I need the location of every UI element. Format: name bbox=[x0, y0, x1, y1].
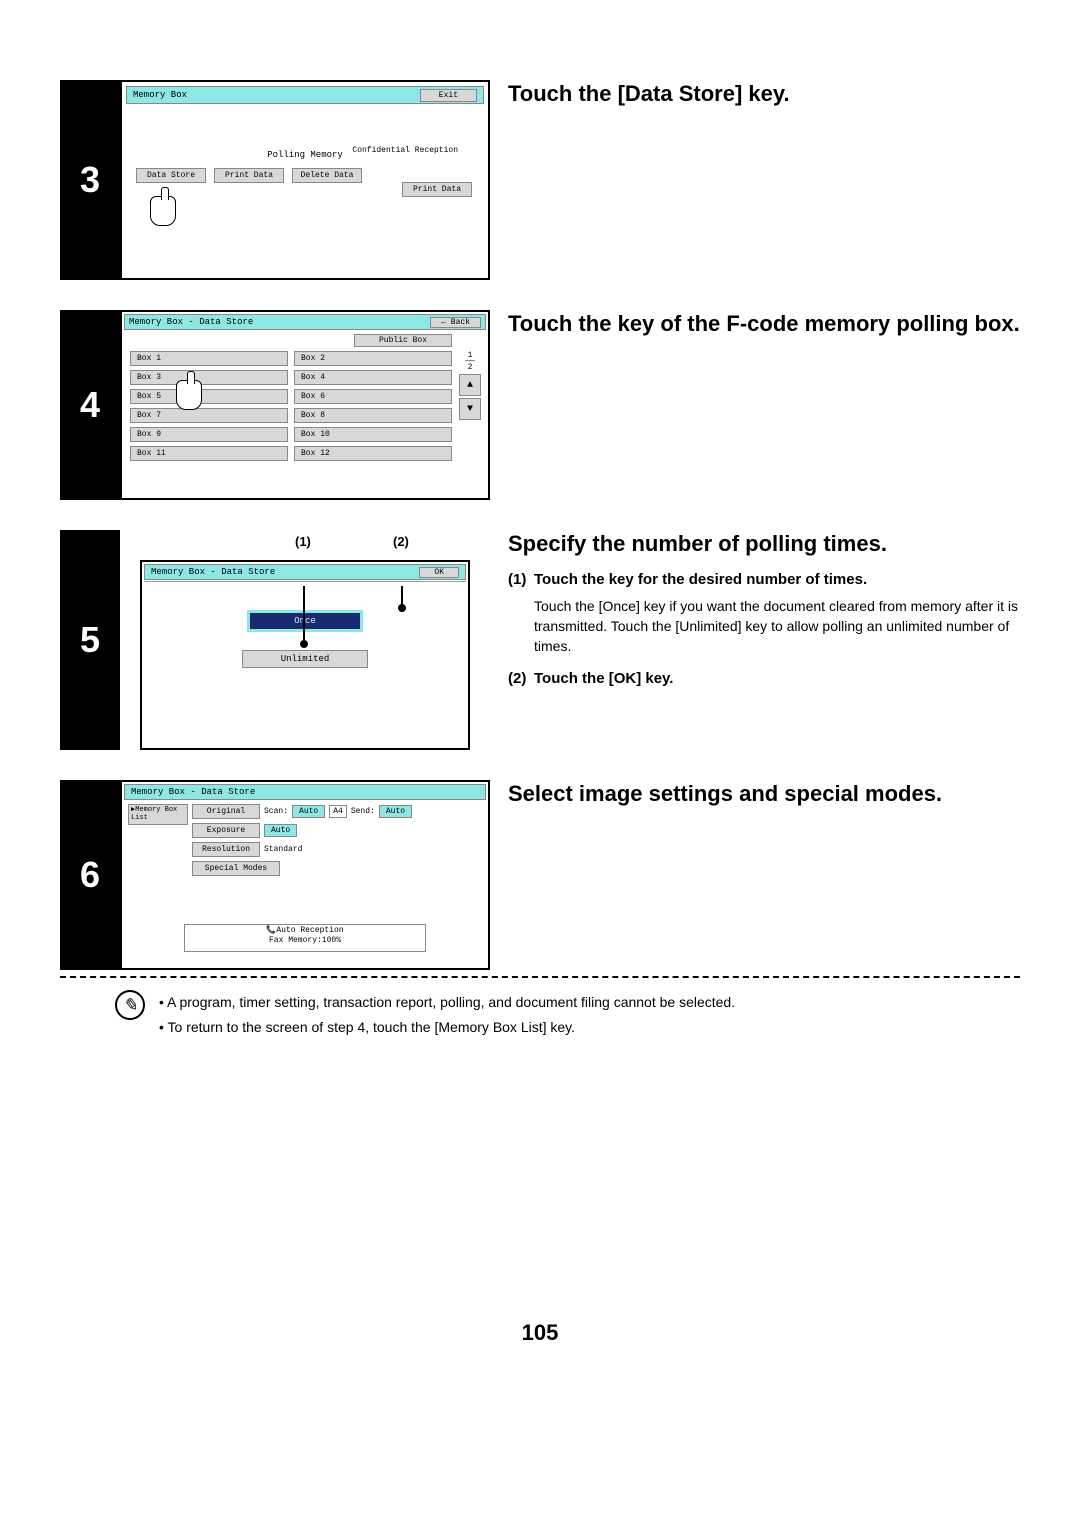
print-data-button-2[interactable]: Print Data bbox=[402, 182, 472, 197]
box-button[interactable]: Box 1 bbox=[130, 351, 288, 366]
public-box-button[interactable]: Public Box bbox=[354, 334, 452, 347]
box-button[interactable]: Box 11 bbox=[130, 446, 288, 461]
title-bar: Memory Box - Data Store bbox=[124, 784, 486, 800]
title-text: Memory Box - Data Store bbox=[131, 787, 255, 797]
title-text: Memory Box bbox=[133, 90, 187, 100]
memory-box-list-button[interactable]: ▶Memory Box List bbox=[128, 804, 188, 825]
pencil-icon: ✎ bbox=[115, 990, 145, 1020]
note-row: ✎ • A program, timer setting, transactio… bbox=[60, 990, 1020, 1040]
fax-memory-label: Fax Memory:100% bbox=[185, 936, 425, 946]
step-5: 5 (1) (2) Memory Box - Data Store OK bbox=[60, 530, 1020, 750]
step-number: 4 bbox=[60, 310, 120, 500]
callout-2: (2) bbox=[393, 534, 409, 549]
step-number: 3 bbox=[60, 80, 120, 280]
box-button[interactable]: Box 2 bbox=[294, 351, 452, 366]
lead-line-icon bbox=[303, 586, 305, 644]
callout-1: (1) bbox=[295, 534, 311, 549]
sub-step-number: (2) bbox=[508, 670, 534, 687]
send-label: Send: bbox=[351, 807, 375, 816]
auto-reception-label: Auto Reception bbox=[276, 926, 343, 935]
exit-button[interactable]: Exit bbox=[420, 89, 477, 102]
scan-auto-button[interactable]: Auto bbox=[292, 805, 325, 818]
box-button[interactable]: Box 3 bbox=[130, 370, 288, 385]
lcd-panel: Memory Box - Data Store ▶Memory Box List… bbox=[120, 780, 490, 970]
screen-6: Memory Box - Data Store ▶Memory Box List… bbox=[120, 780, 490, 970]
page-widget: 1 2 ▲ ▼ bbox=[458, 352, 482, 420]
hand-cursor-icon bbox=[176, 380, 202, 413]
special-modes-button[interactable]: Special Modes bbox=[192, 861, 280, 876]
title-text: Memory Box - Data Store bbox=[129, 317, 253, 327]
status-footer: 📞Auto Reception Fax Memory:100% bbox=[184, 924, 426, 952]
note-line: • A program, timer setting, transaction … bbox=[159, 990, 735, 1015]
title-bar: Memory Box Exit bbox=[126, 86, 484, 104]
box-button[interactable]: Box 9 bbox=[130, 427, 288, 442]
back-button[interactable]: ← Back bbox=[430, 317, 481, 328]
note-line: • To return to the screen of step 4, tou… bbox=[159, 1015, 735, 1040]
lead-dot-icon bbox=[300, 640, 308, 648]
page-down-button[interactable]: ▼ bbox=[459, 398, 481, 420]
title-bar: Memory Box - Data Store OK bbox=[144, 564, 466, 580]
exposure-auto-button[interactable]: Auto bbox=[264, 824, 297, 837]
delete-data-button[interactable]: Delete Data bbox=[292, 168, 362, 183]
page-current: 1 bbox=[465, 352, 476, 361]
lead-dot-icon bbox=[398, 604, 406, 612]
screen-5: (1) (2) Memory Box - Data Store OK Once bbox=[120, 530, 490, 750]
screen-4: Memory Box - Data Store ← Back Public Bo… bbox=[120, 310, 490, 500]
lcd-panel: Memory Box - Data Store ← Back Public Bo… bbox=[120, 310, 490, 500]
resolution-value: Standard bbox=[264, 845, 302, 854]
title-text: Memory Box - Data Store bbox=[151, 567, 275, 577]
send-auto-button[interactable]: Auto bbox=[379, 805, 412, 818]
print-data-button[interactable]: Print Data bbox=[214, 168, 284, 183]
original-button[interactable]: Original bbox=[192, 804, 260, 819]
step-heading: Touch the [Data Store] key. bbox=[508, 80, 1020, 109]
step-heading: Touch the key of the F-code memory polli… bbox=[508, 310, 1020, 339]
resolution-button[interactable]: Resolution bbox=[192, 842, 260, 857]
step-number: 6 bbox=[60, 780, 120, 970]
box-button[interactable]: Box 6 bbox=[294, 389, 452, 404]
page-number: 105 bbox=[60, 1320, 1020, 1346]
ok-button[interactable]: OK bbox=[419, 567, 459, 578]
box-button[interactable]: Box 4 bbox=[294, 370, 452, 385]
confidential-label: Confidential Reception bbox=[352, 146, 458, 156]
dashed-divider bbox=[60, 976, 1020, 978]
page-total: 2 bbox=[468, 363, 473, 372]
sub-step-lead: Touch the key for the desired number of … bbox=[534, 571, 867, 588]
title-bar: Memory Box - Data Store ← Back bbox=[124, 314, 486, 330]
sub-step-body: Touch the [Once] key if you want the doc… bbox=[508, 596, 1020, 657]
lcd-panel: Memory Box - Data Store OK Once Unlimite… bbox=[140, 560, 470, 750]
box-button[interactable]: Box 8 bbox=[294, 408, 452, 423]
box-button[interactable]: Box 5 bbox=[130, 389, 288, 404]
sub-step-lead: Touch the [OK] key. bbox=[534, 670, 673, 687]
box-button[interactable]: Box 7 bbox=[130, 408, 288, 423]
hand-cursor-icon bbox=[150, 196, 176, 235]
scan-label: Scan: bbox=[264, 807, 288, 816]
step-heading: Select image settings and special modes. bbox=[508, 780, 1020, 809]
data-store-button[interactable]: Data Store bbox=[136, 168, 206, 183]
callouts: (1) (2) bbox=[140, 530, 470, 560]
step-3: 3 Memory Box Exit Polling Memory Confide… bbox=[60, 80, 1020, 280]
button-row: Data Store Print Data Delete Data bbox=[126, 168, 484, 183]
a4-indicator: A4 bbox=[329, 805, 347, 818]
step-heading: Specify the number of polling times. bbox=[508, 530, 1020, 559]
step-number: 5 bbox=[60, 530, 120, 750]
lcd-panel: Memory Box Exit Polling Memory Confident… bbox=[120, 80, 490, 280]
box-button[interactable]: Box 10 bbox=[294, 427, 452, 442]
sub-step-number: (1) bbox=[508, 571, 534, 588]
box-button[interactable]: Box 12 bbox=[294, 446, 452, 461]
page-up-button[interactable]: ▲ bbox=[459, 374, 481, 396]
step-4: 4 Memory Box - Data Store ← Back Public … bbox=[60, 310, 1020, 500]
unlimited-button[interactable]: Unlimited bbox=[242, 650, 369, 668]
exposure-button[interactable]: Exposure bbox=[192, 823, 260, 838]
step-6: 6 Memory Box - Data Store ▶Memory Box Li… bbox=[60, 780, 1020, 970]
screen-3: Memory Box Exit Polling Memory Confident… bbox=[120, 80, 490, 280]
page: 3 Memory Box Exit Polling Memory Confide… bbox=[0, 0, 1080, 1386]
